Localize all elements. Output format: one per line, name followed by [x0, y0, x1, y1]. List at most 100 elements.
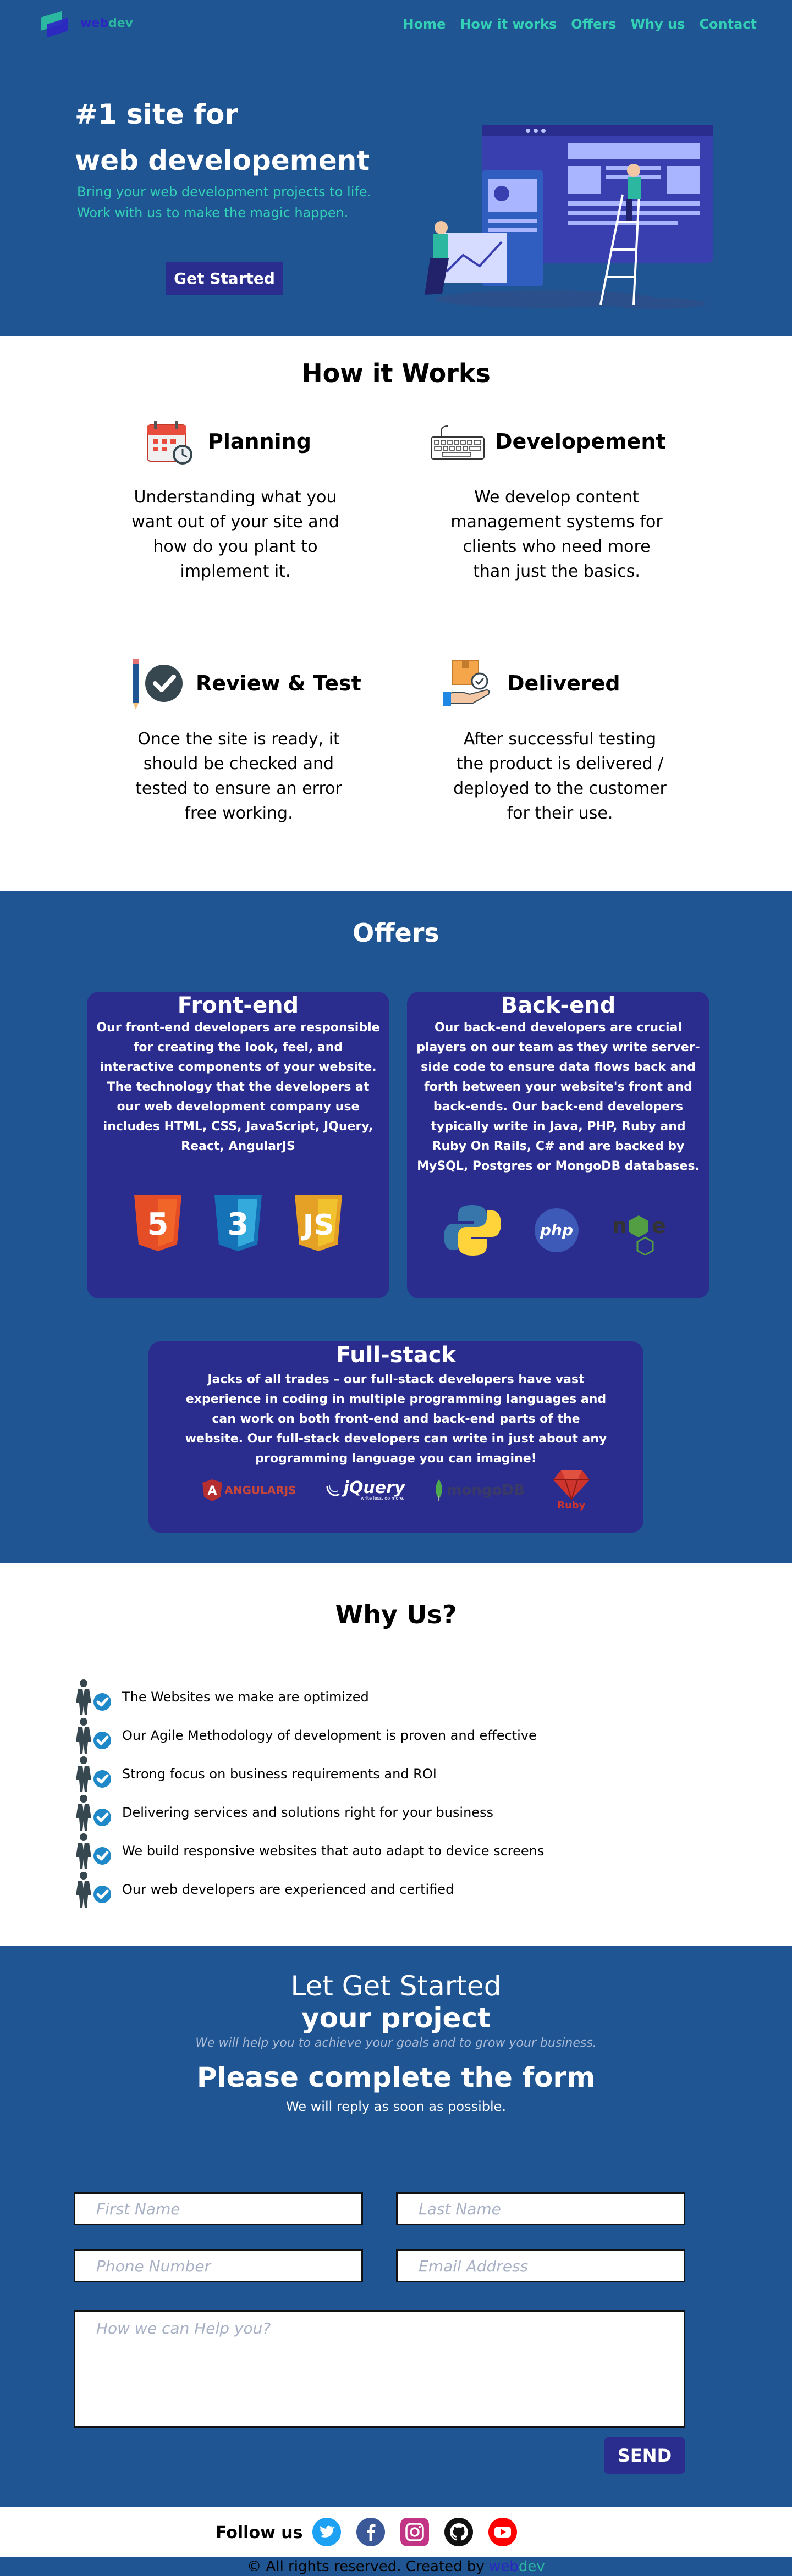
copyright: © All rights reserved. Created by webdev — [0, 2557, 792, 2576]
angularjs-logo: A ANGULARJS — [202, 1479, 296, 1501]
why-item: Our web developers are experienced and c… — [74, 1870, 544, 1909]
navbar: webdev Home How it works Offers Why us C… — [0, 0, 792, 49]
step-delivered: Delivered After successful testing the p… — [433, 653, 686, 826]
angular-icon: A — [202, 1479, 223, 1501]
facebook-icon[interactable] — [356, 2518, 385, 2546]
businessman-check-icon — [76, 1718, 111, 1754]
php-icon: php — [535, 1208, 579, 1252]
php-label: php — [540, 1221, 573, 1239]
businessman-check-icon — [76, 1679, 111, 1715]
brand-dev: dev — [108, 16, 134, 30]
brand-name[interactable]: webdev — [80, 16, 133, 30]
why-item: Our Agile Methodology of development is … — [74, 1716, 544, 1755]
hero-section: webdev Home How it works Offers Why us C… — [0, 0, 792, 336]
backend-card: Back-end Our back-end developers are cru… — [407, 992, 710, 1298]
why-list: The Websites we make are optimized Our Ag… — [74, 1678, 544, 1909]
step-developement: Developement We develop content manageme… — [430, 411, 683, 584]
step-desc: We develop content management systems fo… — [450, 488, 663, 581]
why-text: Strong focus on business requirements an… — [122, 1766, 437, 1782]
svg-text:5: 5 — [147, 1207, 169, 1242]
hero-subtitle: Bring your web development projects to l… — [77, 181, 407, 223]
form-subtitle-1: We will help you to achieve your goals a… — [195, 2036, 597, 2050]
step-name: Planning — [208, 429, 311, 454]
mongodb-logo: mongoDB — [433, 1479, 525, 1501]
send-button[interactable]: SEND — [604, 2437, 685, 2474]
businessman-check-icon — [76, 1756, 111, 1792]
ruby-gem-icon — [553, 1470, 590, 1500]
offers-section: Offers Front-end Our front-end developer… — [0, 891, 792, 1563]
how-title: How it Works — [301, 358, 491, 388]
card-title: Full-stack — [336, 1342, 457, 1368]
brand-web: web — [80, 16, 108, 30]
card-title: Front-end — [177, 993, 299, 1018]
businessman-check-icon — [76, 1795, 111, 1831]
nav-how-it-works[interactable]: How it works — [460, 16, 557, 32]
youtube-icon[interactable] — [488, 2518, 517, 2546]
form-subtitle-2: We will reply as soon as possible. — [285, 2099, 507, 2114]
step-planning: Planning Understanding what you want out… — [109, 411, 362, 584]
step-review-test: Review & Test Once the site is ready, it… — [112, 653, 365, 826]
hero-sub-line2: Work with us to make the magic happen. — [77, 205, 349, 220]
ruby-logo: Ruby — [553, 1469, 590, 1511]
angular-label: ANGULARJS — [224, 1483, 296, 1497]
package-hand-icon — [443, 660, 490, 706]
contact-section: Let Get Started your project We will hel… — [0, 1946, 792, 2507]
frontend-card: Front-end Our front-end developers are r… — [87, 992, 389, 1298]
step-name: Delivered — [507, 671, 620, 695]
twitter-icon[interactable] — [312, 2518, 341, 2546]
svg-text:n: n — [612, 1214, 627, 1238]
copyright-brand-dev: dev — [518, 2558, 545, 2575]
svg-text:JS: JS — [301, 1209, 334, 1242]
hero-title-line1: #1 site for — [75, 98, 238, 130]
why-item: The Websites we make are optimized — [74, 1678, 544, 1716]
step-name: Review & Test — [196, 671, 361, 695]
html5-icon: 5 — [134, 1195, 182, 1251]
instagram-icon[interactable] — [400, 2518, 429, 2546]
hero-illustration-icon — [425, 125, 713, 309]
follow-bar: Follow us — [0, 2507, 792, 2557]
why-text: Our Agile Methodology of development is … — [122, 1728, 537, 1743]
nav-links: Home How it works Offers Why us Contact — [403, 16, 757, 32]
pencil-check-icon — [133, 659, 183, 710]
first-name-input[interactable] — [74, 2192, 363, 2225]
mongo-label: mongoDB — [447, 1482, 525, 1499]
nav-contact[interactable]: Contact — [699, 16, 757, 32]
github-icon[interactable] — [444, 2518, 473, 2546]
fullstack-card: Full-stack Jacks of all trades – our ful… — [148, 1341, 644, 1533]
ruby-label: Ruby — [557, 1500, 586, 1511]
email-input[interactable] — [396, 2249, 685, 2282]
last-name-input[interactable] — [396, 2192, 685, 2225]
form-title-1: Let Get Started — [290, 1970, 502, 2002]
svg-text:e: e — [652, 1214, 666, 1238]
card-text-2: The technology that the developers at ou… — [103, 1080, 373, 1153]
hero-title: #1 site for web developement — [75, 91, 416, 184]
nav-home[interactable]: Home — [403, 16, 446, 32]
svg-text:A: A — [208, 1484, 217, 1498]
hero-title-line2: web developement — [75, 145, 370, 176]
message-textarea[interactable] — [74, 2310, 685, 2428]
copyright-text: © All rights reserved. Created by — [247, 2558, 490, 2575]
card-title: Back-end — [501, 993, 616, 1018]
why-text: We build responsive websites that auto a… — [122, 1843, 544, 1859]
javascript-icon: JS — [295, 1195, 342, 1251]
jquery-tagline: write less, do more. — [360, 1495, 404, 1501]
calendar-icon — [147, 421, 193, 465]
hero-sub-line1: Bring your web development projects to l… — [77, 184, 372, 200]
jquery-swirl-icon — [326, 1485, 340, 1496]
businessman-check-icon — [76, 1872, 111, 1908]
phone-input[interactable] — [74, 2249, 363, 2282]
card-text: Jacks of all trades – our full-stack dev… — [185, 1373, 607, 1466]
frontend-logos: 5 3 JS — [87, 1195, 389, 1251]
step-desc: Understanding what you want out of your … — [131, 488, 339, 581]
why-text: Our web developers are experienced and c… — [122, 1882, 454, 1897]
businessman-check-icon — [76, 1833, 111, 1869]
nav-offers[interactable]: Offers — [571, 16, 616, 32]
nav-why-us[interactable]: Why us — [631, 16, 685, 32]
step-name: Developement — [495, 429, 666, 454]
css3-icon: 3 — [215, 1195, 262, 1251]
get-started-button[interactable]: Get Started — [166, 262, 283, 295]
backend-logos: php n e — [407, 1203, 710, 1258]
why-us-section: Why Us? The Websites we make are optimiz… — [0, 1563, 792, 1946]
why-item: Delivering services and solutions right … — [74, 1793, 544, 1832]
why-text: The Websites we make are optimized — [122, 1689, 369, 1705]
